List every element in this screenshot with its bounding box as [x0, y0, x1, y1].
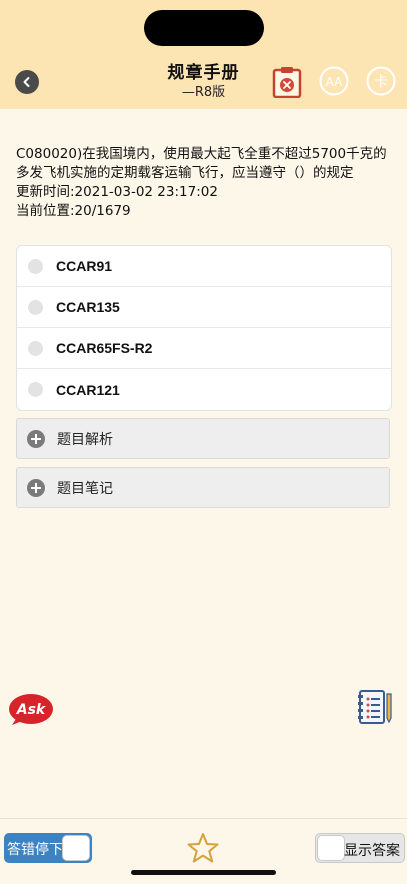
option-label: CCAR91 — [56, 258, 113, 274]
radio-icon — [28, 299, 43, 315]
notes-label: 题目笔记 — [57, 480, 113, 497]
show-answer-label: 显示答案 — [344, 843, 400, 859]
dynamic-island — [144, 10, 264, 46]
option-d[interactable]: CCAR121 — [17, 369, 391, 410]
radio-icon — [28, 258, 43, 274]
toggle-knob — [317, 835, 345, 861]
app-header: 规章手册 —R8版 AA 卡 — [0, 0, 407, 109]
stop-on-error-label: 答错停下 — [7, 842, 63, 858]
option-a[interactable]: CCAR91 — [17, 246, 391, 287]
current-position: 当前位置:20/1679 — [16, 203, 131, 219]
notebook-button[interactable] — [356, 688, 396, 728]
plus-icon — [27, 429, 45, 448]
clipboard-button[interactable] — [272, 66, 302, 99]
font-size-button[interactable]: AA — [319, 66, 349, 96]
font-icon-text: AA — [326, 75, 344, 89]
option-c[interactable]: CCAR65FS-R2 — [17, 328, 391, 369]
clipboard-x-icon — [272, 67, 302, 99]
notes-panel[interactable]: 题目笔记 — [16, 467, 390, 508]
toggle-knob — [62, 835, 90, 861]
star-icon — [187, 833, 219, 863]
plus-icon — [27, 478, 45, 497]
ask-button[interactable]: Ask — [8, 692, 54, 726]
notebook-icon — [358, 690, 392, 724]
radio-icon — [28, 382, 43, 397]
option-label: CCAR121 — [56, 381, 120, 398]
question-text: C080020)在我国境内，使用最大起飞全重不超过5700千克的多发飞机实施的定… — [16, 146, 387, 181]
analysis-panel[interactable]: 题目解析 — [16, 418, 390, 459]
favorite-button[interactable] — [187, 832, 219, 864]
card-icon-text: 卡 — [374, 75, 388, 91]
home-indicator — [131, 870, 276, 875]
option-b[interactable]: CCAR135 — [17, 287, 391, 328]
answer-card-button[interactable]: 卡 — [366, 66, 396, 96]
ask-label: Ask — [16, 702, 47, 718]
option-label: CCAR65FS-R2 — [56, 340, 153, 356]
radio-icon — [28, 340, 43, 356]
show-answer-toggle[interactable]: 显示答案 — [315, 833, 405, 863]
stop-on-error-toggle[interactable]: 答错停下 — [4, 833, 92, 863]
option-label: CCAR135 — [56, 299, 120, 315]
analysis-label: 题目解析 — [57, 431, 113, 448]
question-block: C080020)在我国境内，使用最大起飞全重不超过5700千克的多发飞机实施的定… — [16, 145, 396, 221]
ask-logo-icon: Ask — [9, 694, 53, 725]
font-size-icon: AA — [319, 66, 349, 96]
options-list: CCAR91 CCAR135 CCAR65FS-R2 CCAR121 — [16, 245, 392, 411]
card-icon: 卡 — [366, 66, 396, 96]
updated-time: 更新时间:2021-03-02 23:17:02 — [16, 184, 218, 200]
